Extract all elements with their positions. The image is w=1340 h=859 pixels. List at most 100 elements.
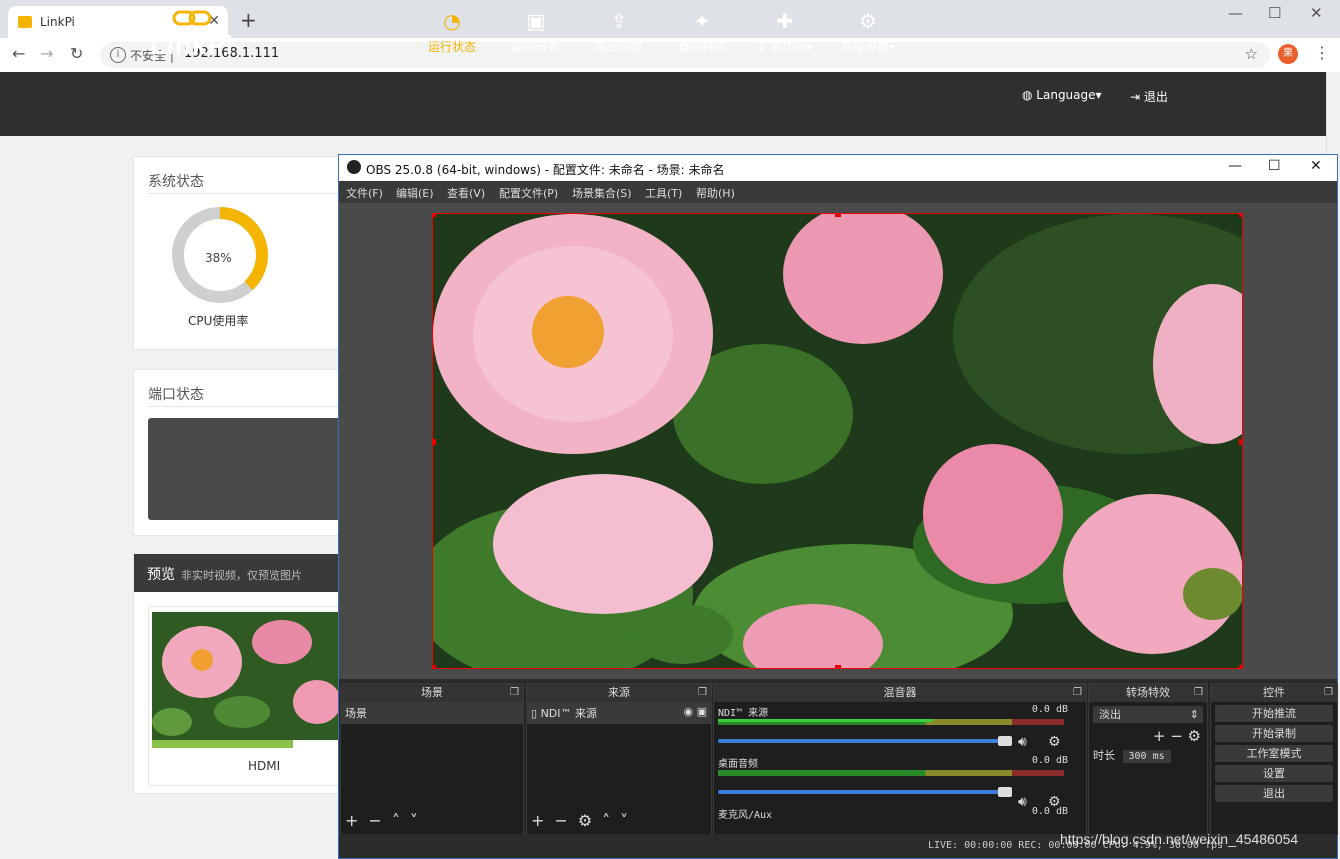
preview-title: 预览 xyxy=(147,567,175,583)
back-icon[interactable]: ← xyxy=(12,44,25,63)
obs-menu-help[interactable]: 帮助(H) xyxy=(696,185,735,201)
obs-maximize-icon[interactable]: ☐ xyxy=(1268,158,1281,174)
obs-menubar xyxy=(339,181,1337,203)
close-window-icon[interactable]: ✕ xyxy=(1310,4,1323,22)
mixer-channel: NDI™ 来源 0.0 dB 🔊︎ ⚙ xyxy=(718,704,1068,750)
exit-button[interactable]: 退出 xyxy=(1215,785,1333,802)
cpu-label: CPU使用率 xyxy=(188,314,249,328)
volume-slider[interactable] xyxy=(718,787,1012,797)
linkpi-navbar xyxy=(0,72,1326,136)
undock-icon[interactable]: ❐ xyxy=(1194,684,1203,702)
maximize-icon[interactable]: ☐ xyxy=(1268,4,1281,22)
settings-icon[interactable]: ⚙ xyxy=(1188,727,1201,745)
studio-mode-button[interactable]: 工作室模式 xyxy=(1215,745,1333,762)
undock-icon[interactable]: ❐ xyxy=(1073,684,1082,702)
source-item[interactable]: ▯ NDI™ 来源 ◉ ▣ xyxy=(527,702,711,724)
linkpi-logo-text: LinkPi xyxy=(150,30,235,60)
nav-item-advanced-settings[interactable]: ⚙ 高级设置▾ xyxy=(826,8,910,60)
undock-icon[interactable]: ❐ xyxy=(510,684,519,702)
logout-link[interactable]: ⇥ 退出 xyxy=(1130,88,1168,105)
duration-input[interactable]: 300 ms xyxy=(1122,750,1171,763)
obs-menu-tools[interactable]: 工具(T) xyxy=(645,185,682,201)
start-recording-button[interactable]: 开始录制 xyxy=(1215,725,1333,742)
preview-thumbnail xyxy=(152,612,342,740)
preview-subtitle: 非实时视频，仅预览图片 xyxy=(181,569,302,582)
bookmark-star-icon[interactable]: ☆ xyxy=(1245,45,1258,63)
speaker-icon[interactable]: 🔊︎ xyxy=(1018,734,1027,750)
file-icon: ▯ xyxy=(531,707,541,720)
puzzle-icon: ✚ xyxy=(776,9,794,33)
source-toolbar: + − ⚙ ˄ ˅ xyxy=(531,811,638,830)
obs-title: OBS 25.0.8 (64-bit, windows) - 配置文件: 未命名… xyxy=(366,163,725,177)
speaker-icon[interactable]: 🔊︎ xyxy=(1018,794,1027,810)
undock-icon[interactable]: ❐ xyxy=(698,684,707,702)
system-status-title: 系统状态 xyxy=(148,174,204,190)
scene-toolbar: + − ˄ ˅ xyxy=(345,811,428,830)
up-icon[interactable]: ˄ xyxy=(602,811,610,830)
port-status-box xyxy=(148,418,348,520)
info-icon[interactable]: i xyxy=(110,47,126,63)
language-dropdown[interactable]: ◍ Language▾ xyxy=(1022,88,1102,102)
dashboard-icon: ◔ xyxy=(443,9,461,33)
volume-slider[interactable] xyxy=(718,736,1012,746)
new-tab-icon[interactable]: + xyxy=(240,8,257,32)
browser-menu-icon[interactable]: ⋮ xyxy=(1314,43,1330,62)
forward-icon[interactable]: → xyxy=(40,44,53,63)
obs-menu-edit[interactable]: 编辑(E) xyxy=(396,185,434,201)
preview-label: HDMI xyxy=(248,759,281,773)
upload-icon: ⇪ xyxy=(610,9,628,33)
preview-progress-bar xyxy=(152,740,293,748)
spinner-icon: ⇕ xyxy=(1189,708,1199,721)
mixer-channel: 麦克风/Aux 0.0 dB xyxy=(718,806,1068,821)
start-streaming-button[interactable]: 开始推流 xyxy=(1215,705,1333,722)
obs-preview-canvas[interactable] xyxy=(432,213,1243,669)
remove-icon[interactable]: − xyxy=(554,811,567,830)
remove-icon[interactable]: − xyxy=(1170,727,1187,745)
linkpi-favicon-icon xyxy=(18,16,32,28)
logout-icon: ⇥ xyxy=(1130,90,1144,104)
undock-icon[interactable]: ❐ xyxy=(1324,684,1333,702)
reload-icon[interactable]: ↻ xyxy=(70,44,83,63)
transition-select[interactable]: 淡出 ⇕ xyxy=(1093,706,1203,723)
controls-dock: 控件 ❐ 开始推流 开始录制 工作室模式 设置 退出 xyxy=(1210,683,1338,835)
settings-button[interactable]: 设置 xyxy=(1215,765,1333,782)
profile-avatar[interactable]: 果 xyxy=(1278,44,1298,64)
mixer-settings-icon[interactable]: ⚙ xyxy=(1048,794,1061,810)
visibility-eye-icon[interactable]: ◉ ▣ xyxy=(684,705,708,718)
nav-item-extensions[interactable]: ✚ 扩展功能▾ xyxy=(743,8,827,60)
scenes-dock: 场景 ❐ 场景 + − ˄ ˅ xyxy=(340,683,524,835)
port-status-title: 端口状态 xyxy=(148,387,204,403)
settings-icon[interactable]: ⚙ xyxy=(578,811,592,830)
nav-item-output-settings[interactable]: ⇪ 输出设置 xyxy=(577,8,661,60)
nav-item-overlay-effects[interactable]: ✦ 叠加特效 xyxy=(660,8,744,60)
mixer-channel: 桌面音频 0.0 dB 🔊︎ ⚙ xyxy=(718,755,1068,810)
down-icon[interactable]: ˅ xyxy=(410,811,418,830)
obs-menu-profile[interactable]: 配置文件(P) xyxy=(499,185,558,201)
obs-menu-file[interactable]: 文件(F) xyxy=(346,185,383,201)
csdn-watermark: https://blog.csdn.net/weixin_45486054 xyxy=(1060,831,1299,847)
nav-item-encode-settings[interactable]: ▣ 编码设置 xyxy=(494,8,578,60)
up-icon[interactable]: ˄ xyxy=(392,811,400,830)
down-icon[interactable]: ˅ xyxy=(620,811,628,830)
obs-close-icon[interactable]: ✕ xyxy=(1310,158,1322,174)
mixer-settings-icon[interactable]: ⚙ xyxy=(1048,734,1061,750)
add-icon[interactable]: + xyxy=(531,811,544,830)
remove-icon[interactable]: − xyxy=(368,811,381,830)
gears-icon: ⚙ xyxy=(859,9,877,33)
obs-menu-scene-collection[interactable]: 场景集合(S) xyxy=(572,185,632,201)
add-icon[interactable]: + xyxy=(1153,727,1170,745)
flower-image xyxy=(433,214,1242,668)
mixer-dock: 混音器 ❐ NDI™ 来源 0.0 dB 🔊︎ ⚙ 桌面音频 0.0 dB 🔊︎ ⚙ … xyxy=(713,683,1087,835)
minimize-icon[interactable]: — xyxy=(1228,4,1243,22)
scene-item[interactable]: 场景 xyxy=(341,702,523,724)
tab-title: LinkPi xyxy=(40,15,75,29)
nav-item-run-status[interactable]: ◔ 运行状态 xyxy=(410,8,494,60)
sources-dock: 来源 ❐ ▯ NDI™ 来源 ◉ ▣ + − ⚙ ˄ ˅ xyxy=(526,683,712,835)
obs-minimize-icon[interactable]: — xyxy=(1228,158,1242,174)
add-icon[interactable]: + xyxy=(345,811,358,830)
linkpi-logo-icon xyxy=(172,10,212,26)
obs-menu-view[interactable]: 查看(V) xyxy=(447,185,485,201)
transitions-dock: 转场特效 ❐ 淡出 ⇕ + − ⚙ 时长 300 ms xyxy=(1088,683,1208,835)
globe-icon: ◍ xyxy=(1022,88,1037,102)
magic-wand-icon: ✦ xyxy=(693,9,711,33)
